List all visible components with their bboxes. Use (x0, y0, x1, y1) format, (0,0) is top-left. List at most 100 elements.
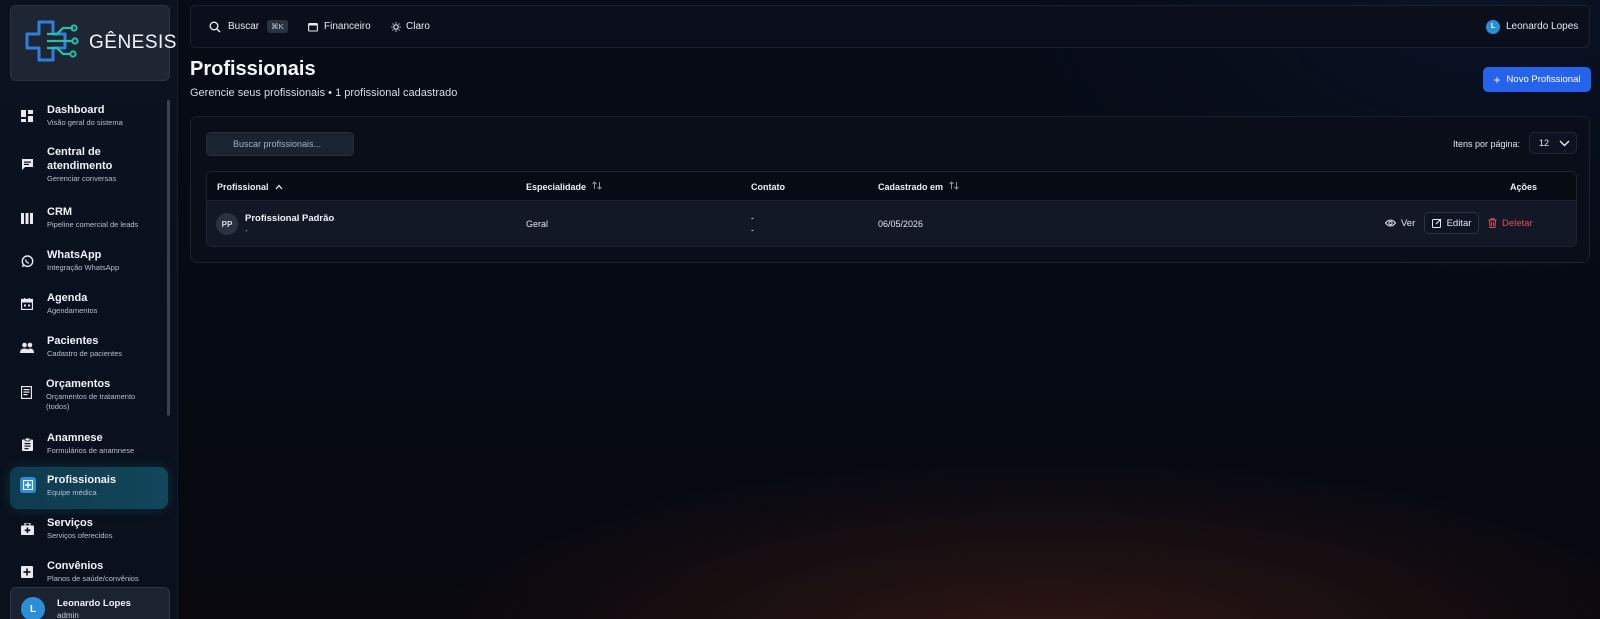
people-icon (20, 340, 34, 354)
column-header-especialidade[interactable]: Especialidade (526, 172, 602, 201)
sidebar-user-card[interactable]: L Leonardo Lopes admin (10, 587, 170, 619)
sidebar-item-sub: Equipe médica (47, 488, 97, 497)
sort-icon (592, 181, 602, 192)
avatar: L (1486, 19, 1500, 34)
sidebar-item-label: Anamnese (47, 432, 103, 444)
whatsapp-icon (20, 254, 34, 268)
sidebar-item-label: WhatsApp (47, 249, 102, 261)
edit-label: Editar (1446, 217, 1472, 229)
medkit-icon (20, 522, 34, 536)
sidebar-item-label: Orçamentos (46, 378, 111, 390)
app-name: GÊNESIS (89, 32, 177, 53)
sidebar-item-dashboard[interactable]: Dashboard Visão geral do sistema (10, 103, 168, 137)
column-label: Cadastrado em (878, 181, 944, 192)
sidebar-item-label: Serviços (47, 517, 93, 529)
delete-label: Deletar (1502, 217, 1533, 229)
new-professional-button[interactable]: + Novo Profissional (1483, 67, 1591, 92)
sidebar-item-sub: Formulários de anamnese (47, 446, 135, 455)
sidebar-item-profissionais[interactable]: Profissionais Equipe médica (10, 467, 168, 509)
user-menu[interactable]: L Leonardo Lopes (1486, 6, 1578, 47)
finance-button[interactable]: Financeiro (308, 6, 371, 47)
edit-button[interactable]: Editar (1424, 212, 1479, 234)
sidebar-item-sub: Orçamentos de tratamento (todos) (46, 392, 136, 411)
column-label: Profissional (217, 181, 269, 192)
contact-line: - (751, 213, 754, 223)
sidebar-item-sub: Serviços oferecidos (47, 531, 113, 540)
cell-profissional: PP Profissional Padrão - (216, 201, 334, 246)
top-bar: Buscar ⌘K Financeiro Claro L Leonardo Lo… (190, 5, 1590, 48)
per-page-value: 12 (1539, 138, 1550, 148)
sidebar-item-anamnese[interactable]: Anamnese Formulários de anamnese (10, 431, 168, 465)
column-header-acoes: Ações (1510, 172, 1537, 201)
column-header-cadastrado[interactable]: Cadastrado em (878, 172, 959, 201)
sidebar: GÊNESIS Dashboard Visão geral do sistema … (0, 0, 178, 619)
sidebar-item-sub: Planos de saúde/convênios (47, 574, 139, 583)
chat-icon (20, 157, 34, 171)
search-button[interactable]: Buscar ⌘K (209, 6, 288, 47)
cell-especialidade: Geral (526, 219, 549, 229)
view-label: Ver (1401, 217, 1416, 229)
chevron-down-icon (1559, 140, 1570, 147)
genesis-logo-icon (25, 16, 81, 71)
sidebar-item-label: Agenda (47, 292, 88, 304)
professionals-table: Profissional Especialidade Contato Cadas… (206, 171, 1577, 247)
sidebar-item-label: Dashboard (47, 104, 105, 116)
table-row[interactable]: PP Profissional Padrão - Geral - - 06/05… (207, 201, 1576, 246)
column-label: Ações (1510, 181, 1538, 192)
sidebar-item-sub: Integração WhatsApp (47, 263, 120, 272)
per-page-select[interactable]: 12 (1529, 132, 1577, 154)
column-header-profissional[interactable]: Profissional (217, 172, 283, 201)
theme-toggle[interactable]: Claro (391, 6, 430, 47)
delete-button[interactable]: Deletar (1488, 212, 1533, 234)
sidebar-item-central-atendimento[interactable]: Central de atendimento Gerenciar conversa… (10, 145, 168, 191)
user-name: Leonardo Lopes (1506, 21, 1579, 32)
search-label: Buscar (228, 21, 260, 32)
sidebar-item-sub: Pipeline comercial de leads (47, 220, 139, 229)
sidebar-scrollbar[interactable] (167, 100, 170, 416)
per-page-label: Itens por página: (1453, 139, 1521, 149)
contact-line: - (751, 225, 754, 235)
sidebar-item-sub: Visão geral do sistema (47, 118, 123, 127)
plus-icon: + (1493, 72, 1501, 87)
sidebar-item-agenda[interactable]: Agenda Agendamentos (10, 291, 168, 325)
sidebar-item-whatsapp[interactable]: WhatsApp Integração WhatsApp (10, 248, 168, 282)
user-name: Leonardo Lopes (57, 598, 131, 609)
search-input[interactable] (206, 132, 354, 156)
column-label: Especialidade (526, 181, 587, 192)
finance-label: Financeiro (324, 21, 371, 32)
column-label: Contato (751, 181, 785, 192)
sidebar-item-sub: Agendamentos (47, 306, 98, 315)
shortcut-badge: ⌘K (267, 20, 288, 33)
view-button[interactable]: Ver (1385, 212, 1415, 234)
plus-box-icon (20, 565, 34, 579)
app-logo[interactable]: GÊNESIS (10, 5, 176, 81)
sidebar-item-label: Convênios (47, 560, 104, 572)
avatar: PP (216, 213, 238, 235)
sidebar-item-pacientes[interactable]: Pacientes Cadastro de pacientes (10, 334, 168, 368)
trash-icon (1488, 218, 1497, 228)
sun-icon (391, 21, 401, 32)
page-title: Profissionais (190, 58, 316, 80)
sidebar-item-orcamentos[interactable]: Orçamentos Orçamentos de tratamento (todo… (10, 377, 168, 419)
edit-icon (1431, 218, 1442, 228)
column-header-contato: Contato (751, 172, 785, 201)
sidebar-item-label: Profissionais (47, 474, 117, 486)
calendar-icon (20, 297, 34, 311)
cell-cadastrado: 06/05/2026 (878, 219, 924, 229)
professionals-panel: Itens por página: 12 Profissional Especi… (190, 116, 1590, 263)
sidebar-item-sub: Cadastro de pacientes (47, 349, 123, 358)
medical-icon (20, 477, 36, 493)
search-icon (209, 21, 221, 33)
sidebar-item-label: CRM (47, 206, 73, 218)
receipt-icon (19, 385, 33, 399)
eye-icon (1385, 219, 1396, 227)
table-header: Profissional Especialidade Contato Cadas… (207, 172, 1576, 201)
sidebar-item-servicos[interactable]: Serviços Serviços oferecidos (10, 516, 168, 550)
sort-asc-icon (275, 182, 283, 192)
kanban-icon (20, 211, 34, 225)
avatar: L (21, 597, 45, 619)
sidebar-item-crm[interactable]: CRM Pipeline comercial de leads (10, 205, 168, 239)
sort-icon (949, 181, 959, 192)
user-role: admin (57, 611, 79, 619)
theme-label: Claro (406, 21, 430, 32)
